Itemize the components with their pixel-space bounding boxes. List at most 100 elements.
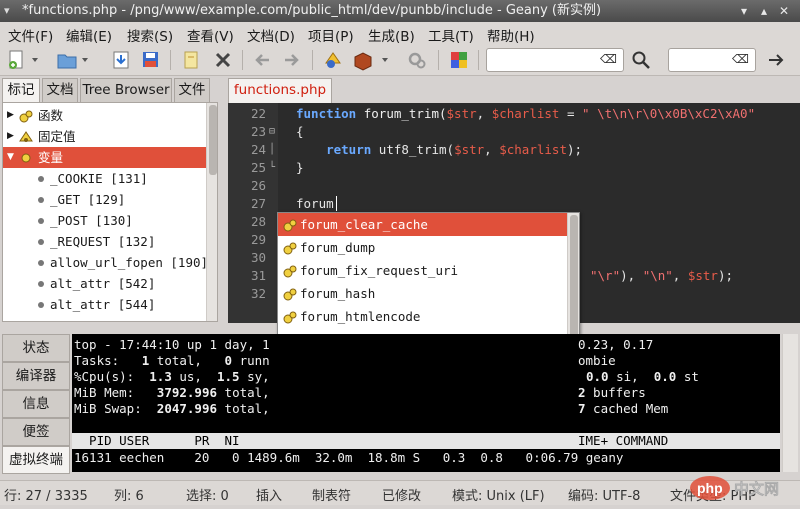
- tree-leaf-var[interactable]: _POST [130]: [3, 210, 207, 231]
- terminal-scrollbar[interactable]: [782, 334, 798, 472]
- tree-leaf-var[interactable]: alt_attr [542]: [3, 273, 207, 294]
- status-modified: 已修改: [382, 489, 422, 504]
- back-arrow-icon[interactable]: [252, 49, 274, 71]
- line-number: 30: [250, 250, 266, 265]
- close-button[interactable]: ✕: [776, 3, 792, 19]
- svg-text:php: php: [697, 480, 723, 496]
- tree-leaf-var[interactable]: _COOKIE [131]: [3, 168, 207, 189]
- tree-node-variables[interactable]: ▼ 变量: [3, 147, 207, 168]
- expand-arrow-icon[interactable]: ▶: [7, 126, 14, 147]
- code-line: function forum_trim($str, $charlist = " …: [296, 106, 756, 121]
- autocomplete-item[interactable]: forum_fix_request_uri: [278, 259, 568, 282]
- menu-file[interactable]: 文件(F): [8, 25, 53, 45]
- toolbar-separator: [312, 50, 313, 70]
- revert-icon[interactable]: [180, 49, 202, 71]
- collapse-arrow-icon[interactable]: ▼: [7, 147, 14, 168]
- menu-bar: 文件(F) 编辑(E) 搜索(S) 查看(V) 文档(D) 项目(P) 生成(B…: [0, 22, 800, 45]
- autocomplete-item[interactable]: forum_hash: [278, 282, 568, 305]
- menu-edit[interactable]: 编辑(E): [66, 25, 112, 45]
- line-number: 25: [250, 160, 266, 175]
- scrollbar-thumb[interactable]: [570, 215, 578, 345]
- compile-icon[interactable]: [322, 49, 344, 71]
- menu-project[interactable]: 项目(P): [308, 25, 354, 45]
- menu-search[interactable]: 搜索(S): [127, 25, 173, 45]
- line-number: 23: [250, 124, 266, 139]
- chevron-down-icon[interactable]: [30, 49, 40, 71]
- window-menu-icon[interactable]: ▾: [4, 5, 16, 17]
- function-icon: [283, 288, 297, 301]
- clear-search-icon[interactable]: ⌫: [600, 52, 617, 66]
- line-number: 28: [250, 214, 266, 229]
- scrollbar-thumb[interactable]: [209, 105, 217, 175]
- code-line: }: [296, 160, 304, 175]
- tree-leaf-var[interactable]: _REQUEST [132]: [3, 231, 207, 252]
- status-encoding: 编码: UTF-8: [568, 489, 641, 504]
- tab-tree-browser[interactable]: Tree Browser: [80, 78, 172, 102]
- toolbar: ⌫ ⌫: [0, 44, 800, 76]
- toolbar-separator: [242, 50, 243, 70]
- menu-build[interactable]: 生成(B): [368, 25, 415, 45]
- clear-goto-icon[interactable]: ⌫: [732, 52, 749, 66]
- autocomplete-item[interactable]: forum_htmlencode: [278, 305, 568, 328]
- variable-icon: [38, 197, 44, 203]
- tree-node-constants[interactable]: ▶ 固定值: [3, 126, 207, 147]
- menu-help[interactable]: 帮助(H): [487, 25, 535, 45]
- status-eol-mode: 模式: Unix (LF): [452, 489, 545, 504]
- fold-end: └: [269, 162, 276, 173]
- goto-jump-icon[interactable]: [766, 49, 788, 71]
- terminal-line: 0.0 si, 0.0 st: [586, 369, 699, 384]
- goto-line-input[interactable]: ⌫: [668, 48, 756, 72]
- minimize-button[interactable]: ▾: [736, 3, 752, 19]
- line-number: 22: [250, 106, 266, 121]
- tab-functions-php[interactable]: functions.php: [228, 78, 332, 103]
- virtual-terminal[interactable]: top - 17:44:10 up 1 day, 1 0.23, 0.17 Ta…: [72, 334, 780, 472]
- terminal-line: Tasks: 1 total, 0 runn: [74, 353, 270, 368]
- terminal-line: MiB Mem: 3792.996 total,: [74, 385, 270, 400]
- function-icon: [283, 242, 297, 255]
- maximize-button[interactable]: ▴: [756, 3, 772, 19]
- terminal-line: top - 17:44:10 up 1 day, 1: [74, 337, 270, 352]
- variable-icon: [38, 260, 44, 266]
- function-icon: [283, 311, 297, 324]
- save-all-icon[interactable]: [140, 49, 162, 71]
- menu-tools[interactable]: 工具(T): [428, 25, 474, 45]
- autocomplete-item[interactable]: forum_clear_cache: [278, 213, 568, 236]
- tab-files[interactable]: 文件: [174, 78, 210, 102]
- tab-status[interactable]: 状态: [2, 334, 70, 362]
- tab-messages[interactable]: 信息: [2, 390, 70, 418]
- line-number: 24: [250, 142, 266, 157]
- toolbar-separator: [478, 50, 479, 70]
- run-gears-icon[interactable]: [406, 49, 428, 71]
- terminal-line: ombie: [578, 353, 616, 368]
- tab-compiler[interactable]: 编译器: [2, 362, 70, 390]
- tab-terminal[interactable]: 虚拟终端: [2, 446, 70, 474]
- forward-arrow-icon[interactable]: [280, 49, 302, 71]
- tab-scribble[interactable]: 便签: [2, 418, 70, 446]
- search-input[interactable]: ⌫: [486, 48, 624, 72]
- menu-document[interactable]: 文档(D): [247, 25, 295, 45]
- tree-leaf-var[interactable]: allow_url_fopen [190]: [3, 252, 208, 273]
- build-brick-icon[interactable]: [352, 49, 374, 71]
- tree-node-functions[interactable]: ▶ 函数: [3, 105, 207, 126]
- menu-view[interactable]: 查看(V): [187, 25, 234, 45]
- sidebar-scrollbar[interactable]: [206, 103, 217, 321]
- terminal-line: MiB Swap: 2047.996 total,: [74, 401, 270, 416]
- expand-arrow-icon[interactable]: ▶: [7, 105, 14, 126]
- fold-marker-icon[interactable]: ⊟: [269, 126, 275, 137]
- tree-leaf-var[interactable]: _GET [129]: [3, 189, 207, 210]
- editor-tabs: functions.php: [226, 78, 800, 103]
- autocomplete-item[interactable]: forum_dump: [278, 236, 568, 259]
- constant-icon: [19, 131, 33, 142]
- open-folder-icon[interactable]: [56, 49, 78, 71]
- color-chooser-icon[interactable]: [448, 49, 470, 71]
- symbols-tree: ▶ 函数 ▶ 固定值 ▼ 变量 _COOKIE [131] _GET [129]…: [2, 102, 218, 322]
- tab-documents[interactable]: 文档: [42, 78, 78, 102]
- tree-leaf-var[interactable]: alt_attr [544]: [3, 294, 207, 315]
- chevron-down-icon[interactable]: [380, 49, 390, 71]
- chevron-down-icon[interactable]: [80, 49, 90, 71]
- save-icon[interactable]: [110, 49, 132, 71]
- search-icon[interactable]: [630, 49, 652, 71]
- close-file-icon[interactable]: [212, 49, 234, 71]
- tab-symbols[interactable]: 标记: [2, 78, 40, 103]
- new-file-icon[interactable]: [6, 49, 28, 71]
